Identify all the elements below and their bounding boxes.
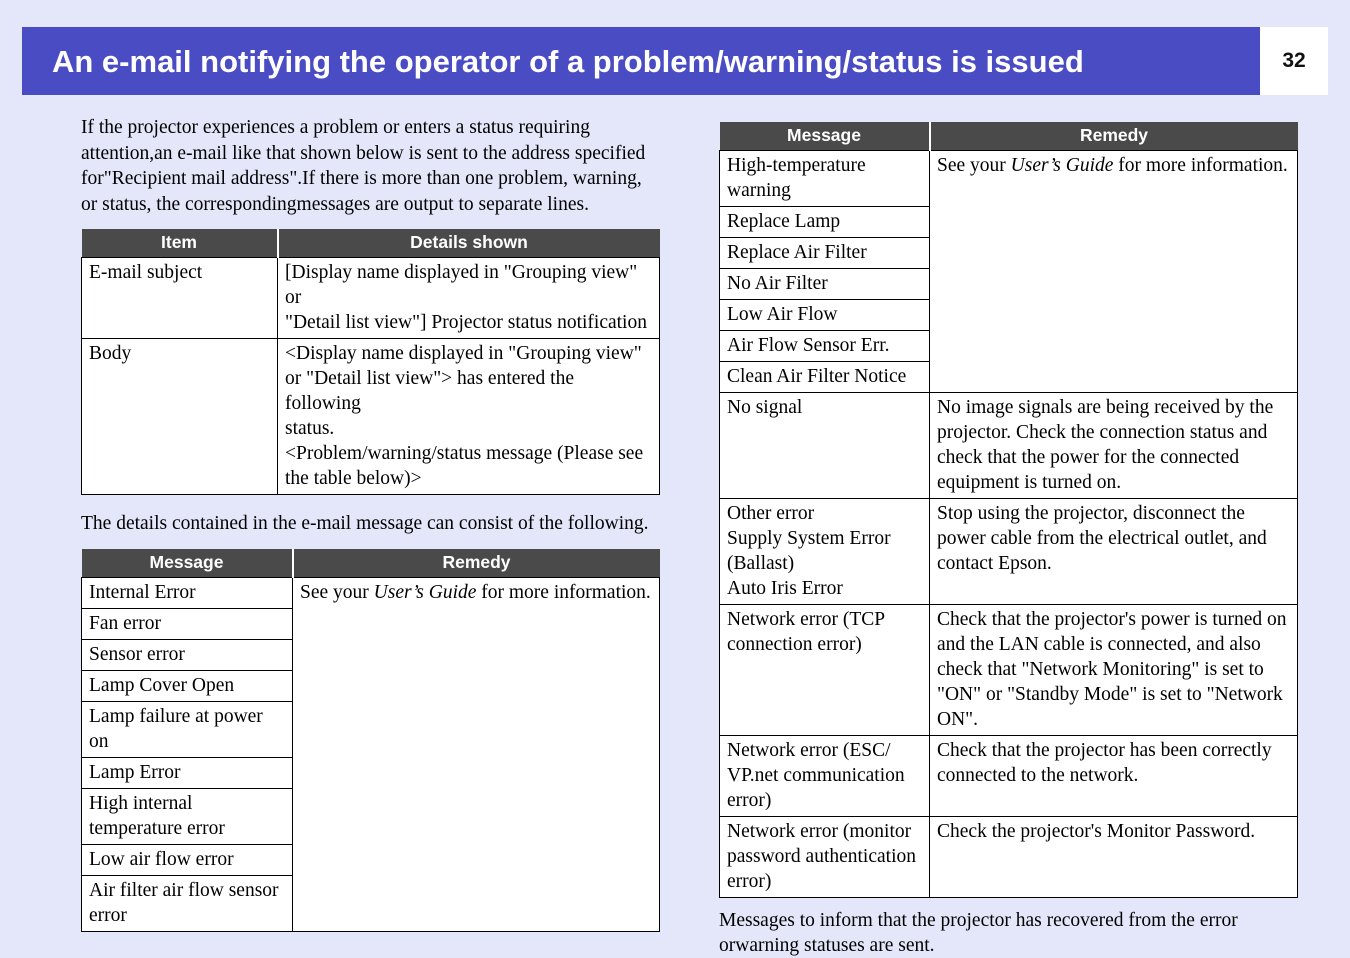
column-header-remedy: Remedy — [291, 548, 660, 578]
users-guide-italic: User’s Guide — [1010, 155, 1114, 177]
right-message-table-body: High-temperature warning See your User’s G… — [719, 150, 1298, 899]
table-row: Network error (monitor password authentic… — [719, 816, 1298, 899]
page-number: 32 — [1282, 49, 1306, 72]
cell-remedy: Check the projector's Monitor Password. — [929, 816, 1298, 899]
column-header-message: Message — [719, 122, 930, 151]
cell-message: No signal — [719, 392, 930, 500]
table-row: High-temperature warning See your User’s G… — [719, 150, 1298, 394]
cell-remedy: No image signals are being received by t… — [929, 392, 1298, 500]
column-header-details: Details shown — [276, 229, 660, 258]
cell-message: Lamp Cover Open — [81, 670, 293, 702]
page-header-banner: An e-mail notifying the operator of a pr… — [22, 27, 1328, 95]
column-header-item: Item — [81, 229, 278, 258]
table-row: Network error (TCP connection error) Check… — [719, 604, 1298, 737]
cell-message: Replace Lamp — [719, 206, 930, 239]
cell-remedy: See your User’s Guide for more informati… — [929, 150, 1298, 394]
cell-message: Network error (monitor password authentic… — [719, 816, 930, 899]
cell-message: No Air Filter — [719, 268, 930, 301]
cell-message: Lamp Error — [81, 757, 293, 789]
table-row: Internal Error See your User’s Guide for … — [81, 577, 660, 932]
cell-message: High internal temperature error — [81, 788, 293, 845]
cell-message: High-temperature warning — [719, 150, 930, 208]
cell-message: Low Air Flow — [719, 299, 930, 332]
table-header-row: Message Remedy — [81, 548, 660, 578]
table-row: E-mail subject [Display name displayed in… — [81, 257, 660, 340]
left-column: If the projector experiences a problem o… — [81, 115, 660, 932]
recovery-footnote: Messages to inform that the projector ha… — [719, 910, 1238, 957]
cell-message: Other error Supply System Error (Ballast) A… — [719, 498, 930, 606]
page-number-container: 32 — [1260, 27, 1328, 95]
cell-message: Air filter air flow sensor error — [81, 875, 293, 932]
page-title: An e-mail notifying the operator of a pr… — [52, 43, 1084, 79]
table-row: No signal No image signals are being rece… — [719, 392, 1298, 500]
cell-message: Clean Air Filter Notice — [719, 361, 930, 394]
cell-message: Sensor error — [81, 639, 293, 671]
cell-message: Fan error — [81, 608, 293, 640]
item-details-table-body: E-mail subject [Display name displayed in… — [81, 257, 660, 496]
cell-message: Lamp failure at power on — [81, 701, 293, 758]
left-message-table-body: Internal Error See your User’s Guide for … — [81, 577, 660, 932]
left-message-remedy-table: Message Remedy Internal Error See your Us… — [81, 548, 660, 932]
users-guide-italic: User’s Guide — [373, 582, 477, 603]
item-details-table: Item Details shown E-mail subject [Displa… — [81, 229, 660, 496]
header-title-container: An e-mail notifying the operator of a pr… — [22, 27, 1260, 95]
table-header-row: Item Details shown — [81, 229, 660, 258]
cell-remedy: Stop using the projector, disconnect the… — [929, 498, 1298, 606]
cell-message: Replace Air Filter — [719, 237, 930, 270]
right-column: Message Remedy High-temperature warning Se… — [719, 122, 1298, 958]
cell-message: Network error (ESC/VP.net communication e… — [719, 735, 930, 818]
cell-remedy: See your User’s Guide for more informati… — [292, 577, 660, 932]
cell-message: Air Flow Sensor Err. — [719, 330, 930, 363]
cell-item: Body — [81, 338, 278, 496]
cell-message: Network error (TCP connection error) — [719, 604, 930, 737]
column-header-remedy: Remedy — [928, 122, 1298, 151]
table-row: Body <Display name displayed in "Grouping… — [81, 338, 660, 496]
cell-details: [Display name displayed in "Grouping vie… — [277, 257, 660, 340]
table-row: Other error Supply System Error (Ballast) A… — [719, 498, 1298, 606]
table-header-row: Message Remedy — [719, 122, 1298, 151]
cell-item: E-mail subject — [81, 257, 278, 340]
cell-message: Internal Error — [81, 577, 293, 609]
intro-paragraph: If the projector experiences a problem o… — [81, 117, 646, 215]
details-paragraph: The details contained in the e-mail mess… — [81, 513, 649, 535]
cell-message: Low air flow error — [81, 844, 293, 876]
cell-details: <Display name displayed in "Grouping vie… — [277, 338, 660, 496]
cell-remedy: Check that the projector's power is turn… — [929, 604, 1298, 737]
right-message-remedy-table: Message Remedy High-temperature warning Se… — [719, 122, 1298, 899]
cell-remedy: Check that the projector has been correc… — [929, 735, 1298, 818]
table-row: Network error (ESC/VP.net communication e… — [719, 735, 1298, 818]
column-header-message: Message — [81, 548, 293, 578]
